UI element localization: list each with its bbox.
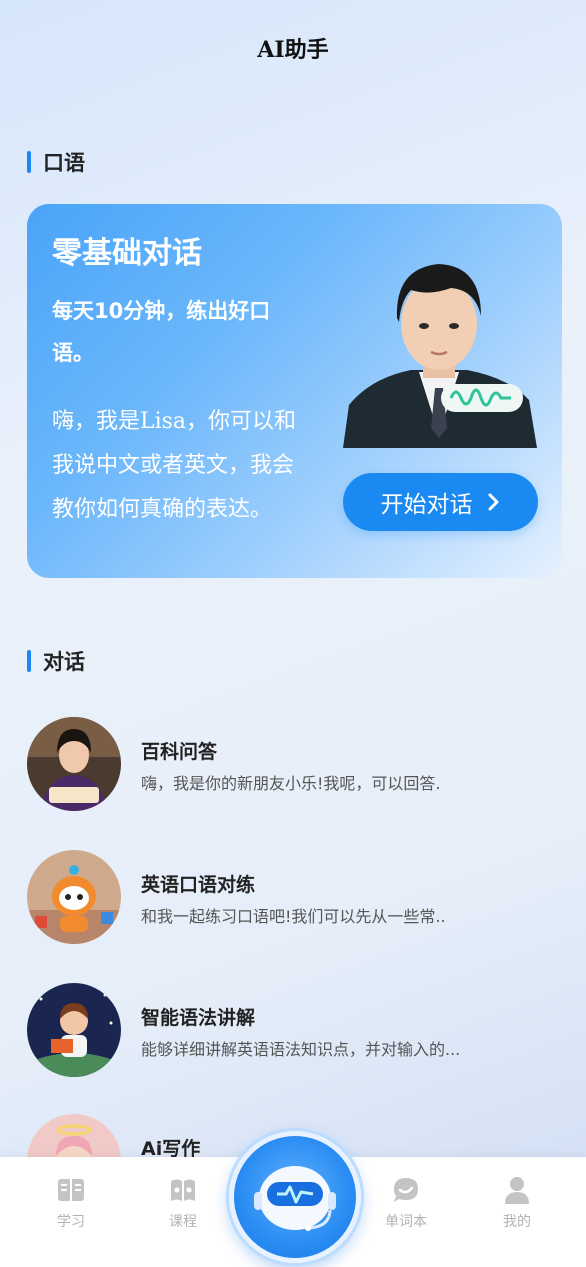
tab-label: 我的	[503, 1214, 531, 1230]
section-title-dialogue: 对话	[27, 649, 85, 674]
ai-assistant-button[interactable]	[229, 1131, 361, 1263]
conversation-name: 智能语法讲解	[141, 1007, 256, 1029]
conversation-item[interactable]: 智能语法讲解 能够详细讲解英语语法知识点，并对输入的...	[27, 983, 567, 1079]
tutor-portrait	[343, 264, 537, 448]
chat-icon	[394, 1178, 418, 1202]
hero-title: 零基础对话	[52, 236, 202, 271]
section-label: 对话	[43, 650, 85, 674]
course-icon	[171, 1179, 195, 1201]
avatar	[27, 983, 121, 1077]
section-title-oral: 口语	[27, 150, 85, 175]
start-conversation-button[interactable]: 开始对话	[343, 473, 538, 531]
hero-description: 嗨，我是Lisa，你可以和我说中文或者英文，我会教你如何真确的表达。	[52, 409, 297, 522]
conversation-name: 百科问答	[141, 741, 218, 763]
page-title: AI助手	[257, 37, 329, 63]
start-button-label: 开始对话	[380, 492, 473, 518]
tab-courses[interactable]: 课程	[138, 1175, 228, 1231]
hero-subtitle: 每天10分钟，练出好口语。	[52, 299, 271, 365]
section-marker	[27, 650, 31, 672]
avatar	[27, 850, 121, 944]
top-bar: AI助手	[0, 0, 586, 96]
user-icon	[505, 1177, 529, 1204]
tab-study[interactable]: 学习	[26, 1175, 116, 1231]
hero-card[interactable]: 零基础对话 每天10分钟，练出好口语。 嗨，我是Lisa，你可以和我说中文或者英…	[27, 204, 562, 578]
section-marker	[27, 151, 31, 173]
section-label: 口语	[43, 151, 85, 175]
book-icon	[58, 1179, 84, 1201]
tab-label: 学习	[57, 1214, 85, 1230]
conversation-desc: 能够详细讲解英语语法知识点，并对输入的...	[141, 1040, 461, 1059]
tab-profile[interactable]: 我的	[472, 1175, 562, 1231]
conversation-name: 英语口语对练	[141, 874, 256, 896]
tab-wordbook[interactable]: 单词本	[361, 1175, 451, 1231]
tab-label: 课程	[169, 1214, 197, 1230]
conversation-item[interactable]: 英语口语对练 和我一起练习口语吧!我们可以先从一些常..	[27, 850, 567, 946]
chevron-right-icon	[488, 493, 498, 511]
tab-label: 单词本	[385, 1214, 427, 1230]
conversation-desc: 和我一起练习口语吧!我们可以先从一些常..	[141, 907, 446, 926]
conversation-item[interactable]: 百科问答 嗨，我是你的新朋友小乐!我呢，可以回答.	[27, 717, 567, 813]
avatar	[27, 717, 121, 811]
robot-icon	[254, 1166, 336, 1231]
conversation-desc: 嗨，我是你的新朋友小乐!我呢，可以回答.	[141, 774, 441, 793]
